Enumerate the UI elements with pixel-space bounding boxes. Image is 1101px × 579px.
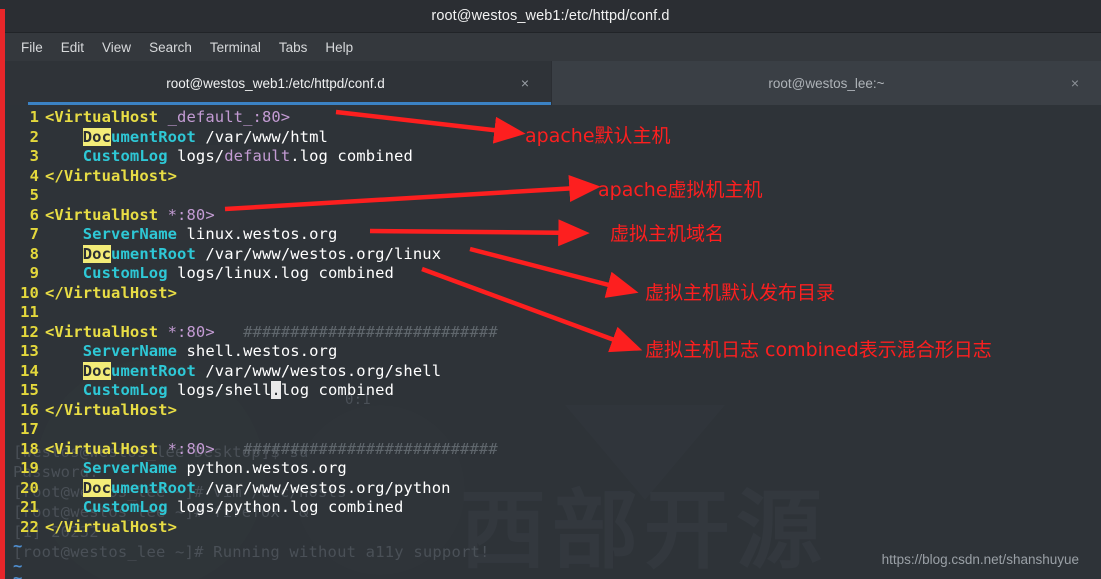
line-number: 7 bbox=[29, 225, 39, 243]
line-number: 3 bbox=[29, 147, 39, 165]
code-line: </VirtualHost> bbox=[45, 517, 178, 536]
menu-item-file[interactable]: File bbox=[12, 38, 52, 57]
line-number: 4 bbox=[29, 166, 39, 185]
tab-label: root@westos_web1:/etc/httpd/conf.d bbox=[166, 75, 385, 91]
line-number: 17 bbox=[20, 420, 39, 438]
line-number: 22 bbox=[20, 517, 39, 536]
code-line: </VirtualHost> bbox=[45, 166, 178, 185]
annotation-server-name: 虚拟主机域名 bbox=[610, 223, 725, 245]
annotation-default-host: apache默认主机 bbox=[525, 125, 671, 147]
code-line: CustomLog logs/shell.log combined bbox=[82, 381, 395, 399]
code-line: ServerName linux.westos.org bbox=[82, 225, 338, 243]
code-line: ServerName shell.westos.org bbox=[82, 342, 338, 360]
line-number: 10 bbox=[20, 283, 39, 302]
empty-line-marker: ~ bbox=[13, 569, 23, 579]
text-cursor: . bbox=[271, 381, 281, 399]
window-left-accent-strip bbox=[0, 9, 5, 579]
line-number: 6 bbox=[29, 205, 39, 224]
annotation-document-root: 虚拟主机默认发布目录 bbox=[645, 282, 836, 304]
line-number: 9 bbox=[29, 264, 39, 282]
menu-item-tabs[interactable]: Tabs bbox=[270, 38, 317, 57]
csdn-watermark: https://blog.csdn.net/shanshuyue bbox=[881, 552, 1079, 567]
tab-westos-lee-home[interactable]: root@westos_lee:~ × bbox=[551, 61, 1101, 105]
line-number: 16 bbox=[20, 400, 39, 419]
line-number: 18 bbox=[20, 439, 39, 458]
code-line: DocumentRoot /var/www/html bbox=[82, 127, 328, 146]
line-number: 8 bbox=[29, 244, 39, 263]
menu-item-view[interactable]: View bbox=[93, 38, 140, 57]
window-title: root@westos_web1:/etc/httpd/conf.d bbox=[431, 8, 670, 24]
line-number: 19 bbox=[20, 459, 39, 477]
ghost-line: [root@westos_lee ~]# Running without a11… bbox=[13, 543, 490, 561]
tab-label: root@westos_lee:~ bbox=[768, 75, 885, 91]
line-number: 20 bbox=[20, 478, 39, 497]
annotation-custom-log: 虚拟主机日志 combined表示混合形日志 bbox=[645, 339, 992, 361]
line-number: 12 bbox=[20, 322, 39, 341]
code-line: </VirtualHost> bbox=[45, 283, 178, 302]
code-line: DocumentRoot /var/www/westos.org/shell bbox=[82, 361, 442, 380]
line-number: 15 bbox=[20, 381, 39, 399]
code-line: CustomLog logs/python.log combined bbox=[82, 498, 404, 516]
menu-item-terminal[interactable]: Terminal bbox=[201, 38, 270, 57]
code-line: ServerName python.westos.org bbox=[82, 459, 347, 477]
menu-bar: File Edit View Search Terminal Tabs Help bbox=[0, 32, 1101, 61]
title-bar: root@westos_web1:/etc/httpd/conf.d bbox=[0, 0, 1101, 32]
code-line: DocumentRoot /var/www/westos.org/python bbox=[82, 478, 451, 497]
line-number: 2 bbox=[29, 127, 39, 146]
empty-line-marker: ~ bbox=[13, 537, 23, 555]
menu-item-search[interactable]: Search bbox=[140, 38, 201, 57]
line-number: 14 bbox=[20, 361, 39, 380]
line-number: 1 bbox=[29, 108, 39, 126]
annotation-virtual-host: apache虚拟机主机 bbox=[598, 179, 763, 201]
tab-httpd-confd[interactable]: root@westos_web1:/etc/httpd/conf.d × bbox=[0, 61, 551, 105]
line-number: 5 bbox=[29, 186, 39, 204]
line-number: 13 bbox=[20, 342, 39, 360]
menu-item-edit[interactable]: Edit bbox=[52, 38, 93, 57]
close-icon[interactable]: × bbox=[521, 76, 529, 90]
code-line: <VirtualHost *:80> bbox=[45, 205, 215, 224]
close-icon[interactable]: × bbox=[1071, 76, 1079, 90]
code-line: </VirtualHost> bbox=[45, 400, 178, 419]
code-line: CustomLog logs/default.log combined bbox=[82, 147, 413, 165]
line-number: 11 bbox=[20, 303, 39, 321]
code-line: <VirtualHost *:80> #####################… bbox=[45, 322, 498, 341]
code-line: DocumentRoot /var/www/westos.org/linux bbox=[82, 244, 442, 263]
menu-item-help[interactable]: Help bbox=[316, 38, 362, 57]
line-number: 21 bbox=[20, 498, 39, 516]
code-line: <VirtualHost _default_:80> bbox=[45, 108, 291, 126]
code-line: <VirtualHost *:80> #####################… bbox=[45, 439, 498, 458]
terminal-window: root@westos_web1:/etc/httpd/conf.d File … bbox=[0, 0, 1101, 579]
tab-bar: root@westos_web1:/etc/httpd/conf.d × roo… bbox=[0, 61, 1101, 105]
code-line: CustomLog logs/linux.log combined bbox=[82, 264, 394, 282]
background-watermark-logo: 西部开源 bbox=[460, 481, 828, 579]
